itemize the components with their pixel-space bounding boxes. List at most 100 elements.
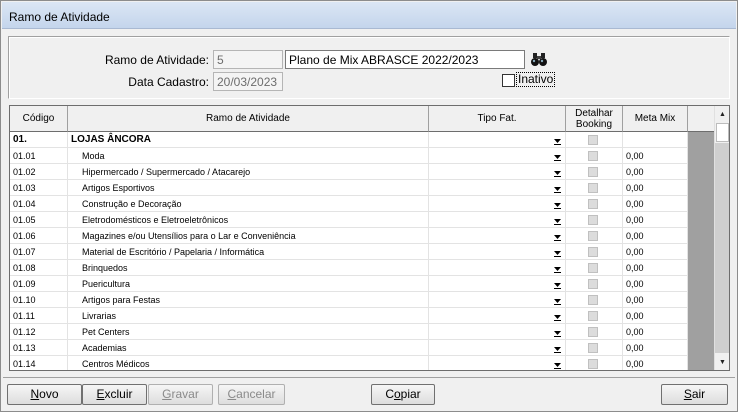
table-row[interactable]: 01.07 Material de Escritório / Papelaria … (10, 244, 688, 260)
copiar-button[interactable]: Copiar (371, 384, 435, 405)
inativo-label[interactable]: Inativo (515, 72, 556, 87)
cell-codigo[interactable]: 01.02 (10, 164, 68, 180)
cell-meta-mix[interactable]: 0,00 (623, 244, 688, 260)
binoculars-icon[interactable] (528, 50, 550, 69)
cell-meta-mix[interactable]: 0,00 (623, 324, 688, 340)
header-ramo[interactable]: Ramo de Atividade (68, 106, 429, 132)
cell-ramo[interactable]: Magazines e/ou Utensílios para o Lar e C… (68, 228, 429, 244)
cell-ramo[interactable]: Construção e Decoração (68, 196, 429, 212)
table-row[interactable]: 01.03 Artigos Esportivos 0,00 (10, 180, 688, 196)
scroll-thumb[interactable] (716, 123, 729, 142)
cell-meta-mix[interactable] (623, 132, 688, 148)
cell-ramo[interactable]: Pet Centers (68, 324, 429, 340)
cell-ramo[interactable]: Artigos para Festas (68, 292, 429, 308)
cell-tipo-fat[interactable] (429, 276, 566, 292)
detalhar-checkbox[interactable] (588, 135, 598, 145)
cell-meta-mix[interactable]: 0,00 (623, 292, 688, 308)
header-tipo-fat[interactable]: Tipo Fat. (429, 106, 566, 132)
inativo-checkbox[interactable] (502, 74, 515, 87)
table-row[interactable]: 01.04 Construção e Decoração 0,00 (10, 196, 688, 212)
dropdown-arrow-icon[interactable] (552, 295, 563, 306)
table-row[interactable]: 01.08 Brinquedos 0,00 (10, 260, 688, 276)
cell-tipo-fat[interactable] (429, 340, 566, 356)
detalhar-checkbox[interactable] (588, 279, 598, 289)
gravar-button[interactable]: Gravar (148, 384, 213, 405)
cell-ramo[interactable]: Material de Escritório / Papelaria / Inf… (68, 244, 429, 260)
dropdown-arrow-icon[interactable] (552, 247, 563, 258)
cell-ramo[interactable]: Centros Médicos (68, 356, 429, 370)
dropdown-arrow-icon[interactable] (552, 359, 563, 370)
detalhar-checkbox[interactable] (588, 295, 598, 305)
cell-meta-mix[interactable]: 0,00 (623, 356, 688, 370)
detalhar-checkbox[interactable] (588, 343, 598, 353)
table-row[interactable]: 01.10 Artigos para Festas 0,00 (10, 292, 688, 308)
scroll-down-icon[interactable]: ▼ (715, 354, 729, 370)
data-cadastro-field[interactable]: 20/03/2023 (213, 72, 283, 91)
cell-tipo-fat[interactable] (429, 132, 566, 148)
cell-codigo[interactable]: 01.05 (10, 212, 68, 228)
cell-ramo[interactable]: Moda (68, 148, 429, 164)
detalhar-checkbox[interactable] (588, 247, 598, 257)
cancelar-button[interactable]: Cancelar (218, 384, 285, 405)
cell-tipo-fat[interactable] (429, 308, 566, 324)
cell-codigo[interactable]: 01.01 (10, 148, 68, 164)
detalhar-checkbox[interactable] (588, 215, 598, 225)
cell-codigo[interactable]: 01.14 (10, 356, 68, 370)
dropdown-arrow-icon[interactable] (552, 215, 563, 226)
ramo-code-field[interactable]: 5 (213, 50, 283, 69)
dropdown-arrow-icon[interactable] (552, 279, 563, 290)
dropdown-arrow-icon[interactable] (552, 231, 563, 242)
cell-codigo[interactable]: 01.09 (10, 276, 68, 292)
header-detalhar-booking[interactable]: Detalhar Booking (566, 106, 623, 132)
cell-meta-mix[interactable]: 0,00 (623, 228, 688, 244)
cell-tipo-fat[interactable] (429, 180, 566, 196)
cell-tipo-fat[interactable] (429, 164, 566, 180)
detalhar-checkbox[interactable] (588, 167, 598, 177)
cell-ramo[interactable]: Hipermercado / Supermercado / Atacarejo (68, 164, 429, 180)
cell-meta-mix[interactable]: 0,00 (623, 308, 688, 324)
cell-codigo[interactable]: 01.11 (10, 308, 68, 324)
cell-tipo-fat[interactable] (429, 148, 566, 164)
detalhar-checkbox[interactable] (588, 263, 598, 273)
detalhar-checkbox[interactable] (588, 327, 598, 337)
detalhar-checkbox[interactable] (588, 359, 598, 369)
dropdown-arrow-icon[interactable] (552, 199, 563, 210)
cell-codigo[interactable]: 01.07 (10, 244, 68, 260)
dropdown-arrow-icon[interactable] (552, 327, 563, 338)
table-row[interactable]: 01.02 Hipermercado / Supermercado / Ataca… (10, 164, 688, 180)
cell-ramo[interactable]: Livrarias (68, 308, 429, 324)
cell-ramo[interactable]: LOJAS ÂNCORA (68, 132, 429, 148)
cell-codigo[interactable]: 01.06 (10, 228, 68, 244)
excluir-button[interactable]: Excluir (82, 384, 147, 405)
cell-ramo[interactable]: Brinquedos (68, 260, 429, 276)
cell-ramo[interactable]: Eletrodomésticos e Eletroeletrônicos (68, 212, 429, 228)
table-row[interactable]: 01.06 Magazines e/ou Utensílios para o La… (10, 228, 688, 244)
cell-tipo-fat[interactable] (429, 260, 566, 276)
sair-button[interactable]: Sair (661, 384, 728, 405)
cell-meta-mix[interactable]: 0,00 (623, 260, 688, 276)
detalhar-checkbox[interactable] (588, 151, 598, 161)
table-row[interactable]: 01.09 Puericultura 0,00 (10, 276, 688, 292)
table-row[interactable]: 01.12 Pet Centers 0,00 (10, 324, 688, 340)
dropdown-arrow-icon[interactable] (552, 167, 563, 178)
dropdown-arrow-icon[interactable] (552, 311, 563, 322)
cell-ramo[interactable]: Puericultura (68, 276, 429, 292)
detalhar-checkbox[interactable] (588, 231, 598, 241)
cell-tipo-fat[interactable] (429, 356, 566, 370)
dropdown-arrow-icon[interactable] (552, 135, 563, 146)
table-row[interactable]: 01.01 Moda 0,00 (10, 148, 688, 164)
cell-codigo[interactable]: 01.04 (10, 196, 68, 212)
cell-tipo-fat[interactable] (429, 292, 566, 308)
table-row[interactable]: 01.14 Centros Médicos 0,00 (10, 356, 688, 370)
cell-codigo[interactable]: 01.12 (10, 324, 68, 340)
cell-codigo[interactable]: 01.10 (10, 292, 68, 308)
table-row[interactable]: 01.13 Academias 0,00 (10, 340, 688, 356)
cell-tipo-fat[interactable] (429, 244, 566, 260)
cell-tipo-fat[interactable] (429, 324, 566, 340)
table-row[interactable]: 01.11 Livrarias 0,00 (10, 308, 688, 324)
dropdown-arrow-icon[interactable] (552, 151, 563, 162)
cell-tipo-fat[interactable] (429, 228, 566, 244)
cell-codigo[interactable]: 01.13 (10, 340, 68, 356)
cell-meta-mix[interactable]: 0,00 (623, 196, 688, 212)
cell-codigo[interactable]: 01.08 (10, 260, 68, 276)
